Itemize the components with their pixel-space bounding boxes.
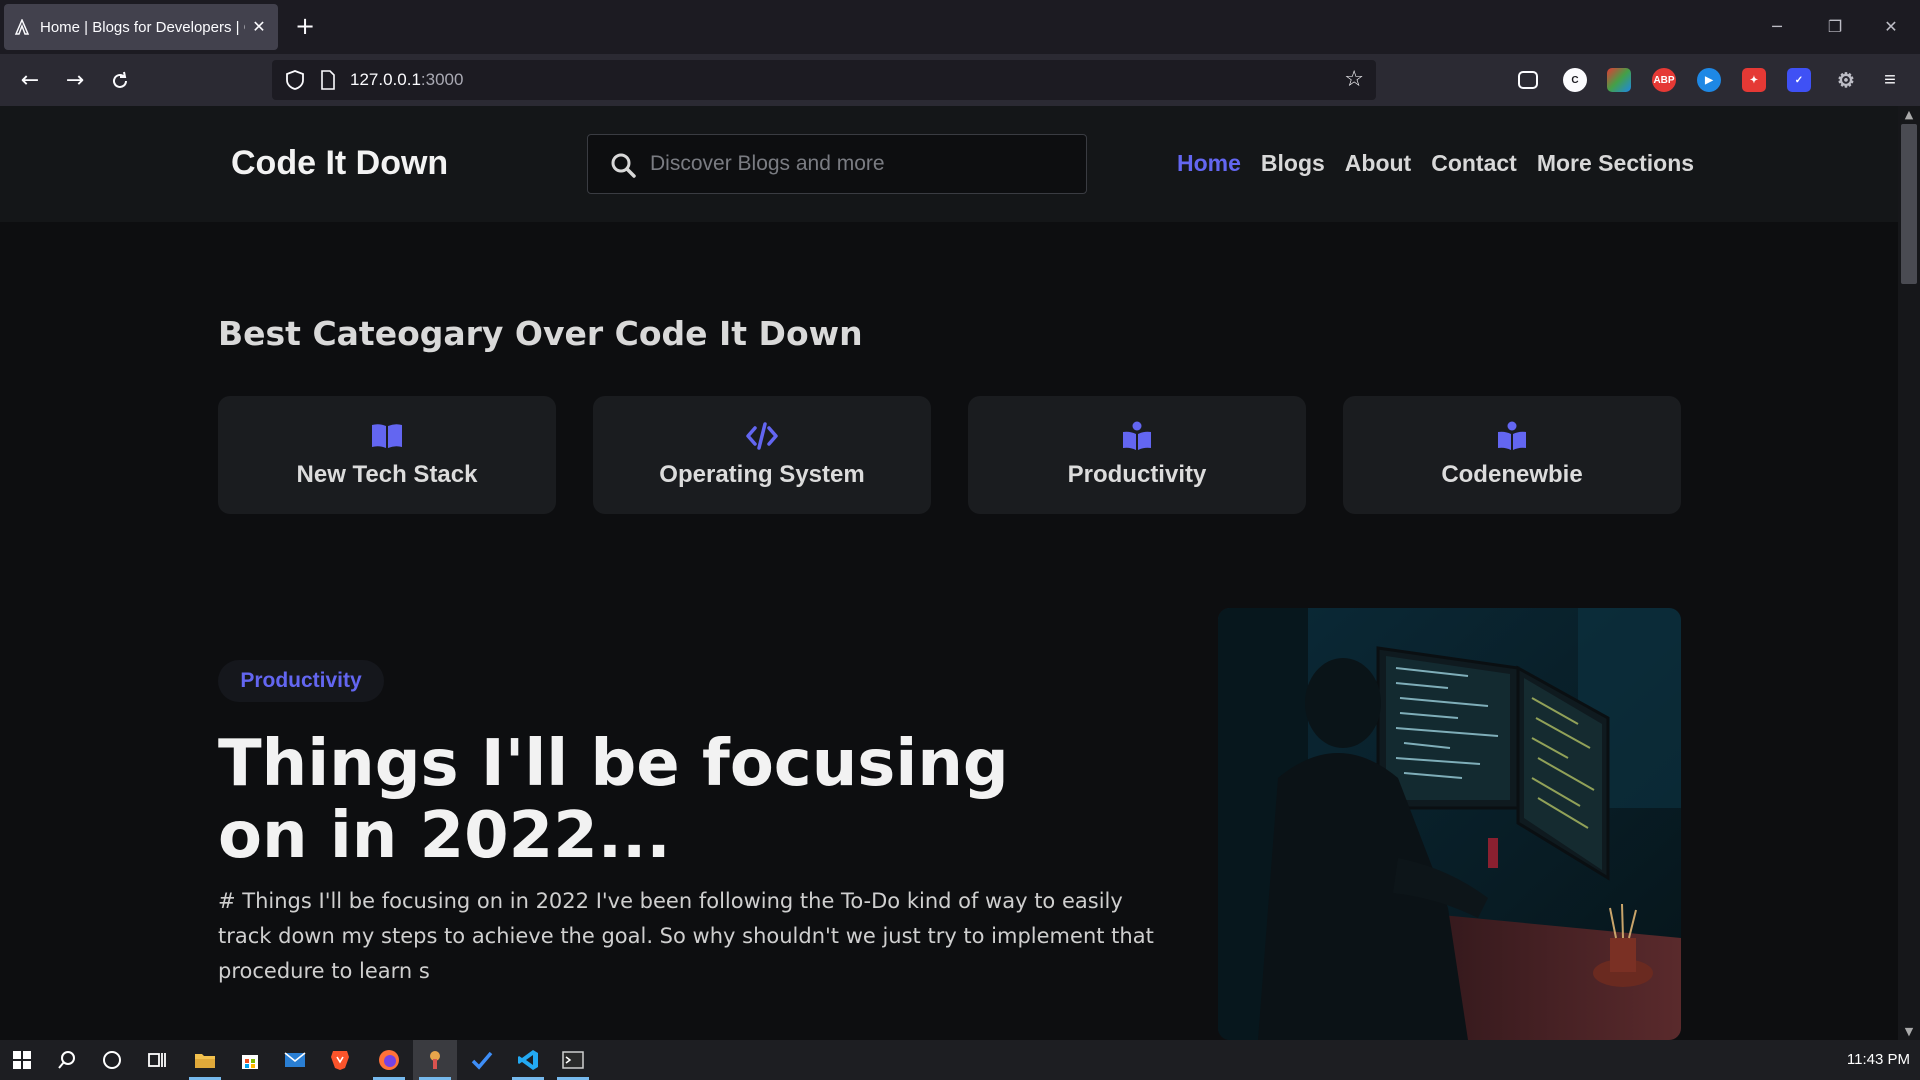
file-explorer-icon[interactable] bbox=[183, 1040, 227, 1080]
pocket-icon[interactable] bbox=[1518, 71, 1538, 89]
browser-toolbar: ← → 127.0.0.1:3000 ☆ C ABP ▶ ✦ ✓ ⚙ ≡ bbox=[0, 54, 1920, 106]
search-box[interactable] bbox=[587, 134, 1087, 194]
windows-taskbar: 11:43 PM bbox=[0, 1040, 1920, 1080]
post-excerpt: # Things I'll be focusing on in 2022 I'v… bbox=[218, 889, 1154, 983]
extensions-gear-icon[interactable]: ⚙ bbox=[1834, 68, 1858, 92]
category-label: Productivity bbox=[1067, 461, 1207, 488]
scroll-up-arrow-icon[interactable]: ▲ bbox=[1898, 108, 1920, 121]
restore-window-button[interactable]: ❐ bbox=[1820, 12, 1850, 42]
site-favicon-icon bbox=[14, 18, 30, 35]
adblock-plus-icon[interactable]: ABP bbox=[1652, 68, 1676, 92]
cortana-circle-icon[interactable] bbox=[90, 1040, 134, 1080]
search-taskbar-icon[interactable] bbox=[45, 1040, 89, 1080]
system-clock[interactable]: 11:43 PM bbox=[1847, 1051, 1910, 1068]
address-bar[interactable]: 127.0.0.1:3000 ☆ bbox=[272, 60, 1376, 100]
main-nav: Home Blogs About Contact More Sections bbox=[1177, 150, 1694, 177]
search-icon bbox=[611, 153, 636, 178]
categories-heading: Best Cateogary Over Code It Down bbox=[218, 314, 863, 353]
color-extension-icon[interactable] bbox=[1607, 68, 1631, 92]
page-info-icon[interactable] bbox=[320, 70, 336, 90]
scroll-down-arrow-icon[interactable]: ▼ bbox=[1898, 1025, 1920, 1038]
reader-icon bbox=[1123, 421, 1151, 450]
media-extension-icon[interactable]: ▶ bbox=[1697, 68, 1721, 92]
close-window-button[interactable]: ✕ bbox=[1876, 12, 1906, 42]
start-windows-icon[interactable] bbox=[0, 1040, 44, 1080]
category-card-productivity[interactable]: Productivity bbox=[968, 396, 1306, 514]
tracking-shield-icon[interactable] bbox=[284, 69, 306, 91]
scrollbar-thumb[interactable] bbox=[1901, 124, 1917, 284]
category-label: Operating System bbox=[659, 461, 865, 488]
mail-icon[interactable] bbox=[273, 1040, 317, 1080]
nav-link-more-sections[interactable]: More Sections bbox=[1537, 150, 1694, 177]
page-viewport: Code It Down Home Blogs About Contact Mo… bbox=[0, 106, 1920, 1040]
nav-link-contact[interactable]: Contact bbox=[1431, 150, 1517, 177]
firefox-icon[interactable] bbox=[367, 1040, 411, 1080]
vscode-icon[interactable] bbox=[506, 1040, 550, 1080]
tab-close-icon[interactable]: ✕ bbox=[250, 18, 268, 36]
task-view-icon[interactable] bbox=[135, 1040, 179, 1080]
forward-button[interactable]: → bbox=[60, 66, 90, 96]
book-open-icon bbox=[372, 424, 402, 448]
category-card-codenewbie[interactable]: Codenewbie bbox=[1343, 396, 1681, 514]
reload-button[interactable] bbox=[105, 66, 135, 96]
screenshot-extension-icon[interactable]: ✦ bbox=[1742, 68, 1766, 92]
post-title[interactable]: Things I'll be focusing on in 2022... bbox=[218, 728, 1118, 872]
minimize-window-button[interactable]: ─ bbox=[1762, 12, 1792, 42]
brave-browser-icon[interactable] bbox=[318, 1040, 362, 1080]
category-label: New Tech Stack bbox=[296, 461, 478, 488]
search-input[interactable] bbox=[650, 135, 1070, 193]
nav-link-home[interactable]: Home bbox=[1177, 150, 1241, 177]
terminal-icon[interactable] bbox=[551, 1040, 595, 1080]
category-card-new-tech-stack[interactable]: New Tech Stack bbox=[218, 396, 556, 514]
category-card-operating-system[interactable]: Operating System bbox=[593, 396, 931, 514]
menu-hamburger-icon[interactable]: ≡ bbox=[1878, 68, 1902, 92]
todo-checkmark-icon[interactable] bbox=[460, 1040, 504, 1080]
post-category-tag[interactable]: Productivity bbox=[218, 660, 384, 702]
page-scrollbar[interactable]: ▲ ▼ bbox=[1898, 106, 1920, 1040]
nav-link-about[interactable]: About bbox=[1345, 150, 1411, 177]
developer-at-dark-desk-image[interactable] bbox=[1218, 608, 1681, 1040]
url-text[interactable]: 127.0.0.1:3000 bbox=[350, 70, 463, 90]
browser-tab-bar: Home | Blogs for Developers | C ✕ + ─ ❐ … bbox=[0, 0, 1920, 54]
translate-extension-icon[interactable]: ✓ bbox=[1787, 68, 1811, 92]
new-tab-button[interactable]: + bbox=[292, 14, 318, 40]
app-pinned-icon[interactable] bbox=[413, 1040, 457, 1080]
site-logo[interactable]: Code It Down bbox=[231, 144, 448, 183]
reader-icon bbox=[1498, 421, 1526, 450]
browser-tab-active[interactable]: Home | Blogs for Developers | C ✕ bbox=[4, 4, 278, 50]
bookmark-star-icon[interactable]: ☆ bbox=[1344, 67, 1364, 92]
category-label: Codenewbie bbox=[1441, 461, 1583, 488]
code-icon bbox=[746, 422, 778, 450]
tab-title: Home | Blogs for Developers | C bbox=[40, 18, 245, 36]
microsoft-store-icon[interactable] bbox=[228, 1040, 272, 1080]
grammarly-extension-icon[interactable]: C bbox=[1563, 68, 1587, 92]
nav-link-blogs[interactable]: Blogs bbox=[1261, 150, 1325, 177]
back-button[interactable]: ← bbox=[15, 66, 45, 96]
site-header: Code It Down Home Blogs About Contact Mo… bbox=[0, 106, 1898, 222]
